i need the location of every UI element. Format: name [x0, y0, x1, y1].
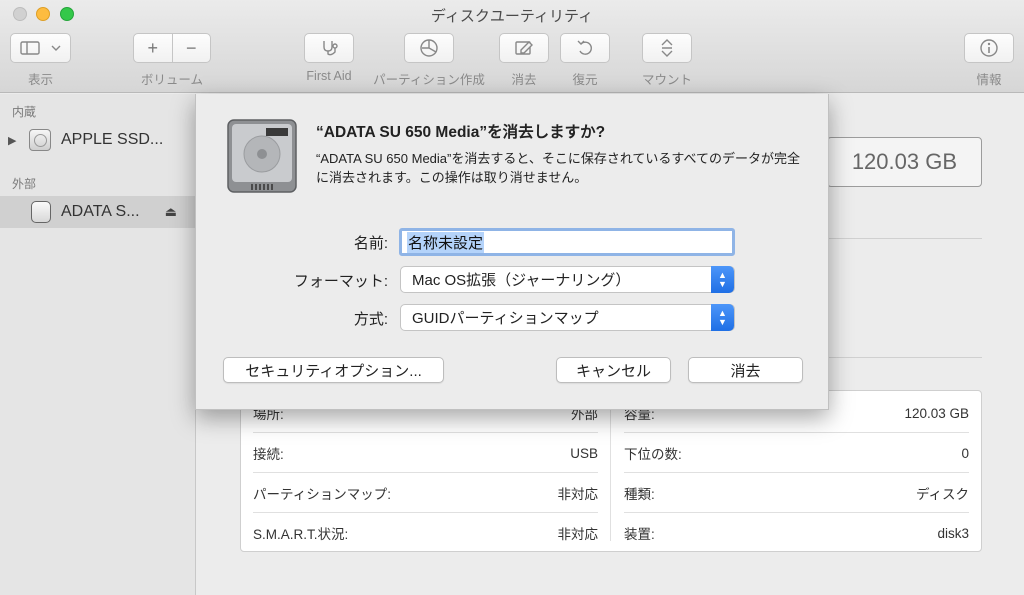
scheme-select-value: GUIDパーティションマップ [412, 310, 599, 327]
info-value: 120.03 GB [904, 405, 969, 421]
window-toolbar: ディスクユーティリティ 表示 + − ボリューム First Aid パーティシ… [0, 0, 1024, 93]
scheme-select[interactable]: GUIDパーティションマップ ▲ ▼ [400, 304, 735, 331]
divider [827, 357, 982, 358]
name-field[interactable]: 名称未設定 [399, 228, 735, 256]
name-label: 名前: [353, 235, 388, 252]
restore-button[interactable] [560, 33, 610, 63]
cancel-button[interactable]: キャンセル [556, 357, 671, 383]
erase-button[interactable]: 消去 [688, 357, 803, 383]
info-row-device: 装置: disk3 [624, 513, 969, 553]
internal-section-header: 内蔵 [12, 105, 37, 119]
erase-pencil-icon [515, 41, 533, 55]
erase-toolbar-label: 消去 [511, 73, 537, 87]
info-label: 情報 [976, 73, 1002, 87]
select-stepper-icon: ▲ ▼ [711, 304, 734, 331]
format-select[interactable]: Mac OS拡張（ジャーナリング） ▲ ▼ [400, 266, 735, 293]
select-stepper-icon: ▲ ▼ [711, 266, 734, 293]
disk-info-table: 場所: 外部 容量: 120.03 GB 接続: USB 下位の数: 0 パーテ… [240, 390, 982, 552]
sidebar-icon [19, 41, 40, 55]
info-label: 種類: [624, 487, 655, 502]
info-row-partition-map: パーティションマップ: 非対応 [253, 473, 598, 513]
scheme-label: 方式: [353, 311, 388, 328]
mount-label: マウント [641, 73, 692, 87]
column-divider [610, 391, 611, 541]
info-value: USB [570, 445, 598, 461]
name-field-value: 名称未設定 [407, 231, 485, 253]
chevron-down-icon [51, 45, 60, 51]
info-label: 接続: [253, 447, 284, 462]
hard-drive-icon [227, 119, 297, 193]
divider [827, 238, 982, 239]
erase-toolbar-button[interactable] [499, 33, 549, 63]
remove-volume-button[interactable]: − [172, 38, 210, 59]
dialog-title: “ADATA SU 650 Media”を消去しますか? [316, 124, 606, 141]
disclosure-triangle-icon[interactable]: ▶ [8, 134, 18, 147]
info-icon [980, 39, 998, 57]
sidebar-item-label: ADATA S... [61, 203, 140, 220]
info-value: ディスク [915, 487, 969, 502]
window-title: ディスクユーティリティ [430, 8, 594, 25]
dialog-message: “ADATA SU 650 Media”を消去すると、そこに保存されているすべて… [316, 151, 801, 185]
format-select-value: Mac OS拡張（ジャーナリング） [412, 272, 631, 289]
security-options-button[interactable]: セキュリティオプション... [223, 357, 444, 383]
sidebar-item-label: APPLE SSD... [61, 131, 164, 148]
pie-partition-icon [420, 39, 438, 57]
internal-disk-icon [29, 129, 51, 151]
volume-segmented-control: + − [133, 33, 211, 63]
external-disk-icon [31, 201, 51, 223]
view-label: 表示 [27, 73, 53, 87]
info-button[interactable] [964, 33, 1014, 63]
stethoscope-icon [323, 41, 338, 56]
info-row-children: 下位の数: 0 [624, 433, 969, 473]
info-label: S.M.A.R.T.状況: [253, 527, 349, 542]
info-label: 装置: [624, 527, 655, 542]
restore-arrow-icon [577, 40, 592, 55]
format-label: フォーマット: [293, 273, 388, 290]
sidebar-item-apple-ssd[interactable]: ▶ APPLE SSD... [0, 124, 195, 156]
info-label: パーティションマップ: [253, 487, 391, 502]
volume-label: ボリューム [140, 73, 204, 87]
mount-button[interactable] [642, 33, 692, 63]
info-label: 下位の数: [624, 447, 682, 462]
first-aid-label: First Aid [306, 69, 352, 83]
partition-label: パーティション作成 [373, 73, 485, 87]
view-button[interactable] [10, 33, 71, 63]
sidebar: 内蔵 ▶ APPLE SSD... 外部 ADATA S... ⏏ [0, 94, 196, 595]
add-volume-button[interactable]: + [134, 38, 172, 59]
info-value: disk3 [937, 525, 969, 541]
partition-button[interactable] [404, 33, 454, 63]
sidebar-item-adata[interactable]: ADATA S... ⏏ [0, 196, 195, 228]
external-section-header: 外部 [12, 177, 37, 191]
erase-dialog-sheet: “ADATA SU 650 Media”を消去しますか? “ADATA SU 6… [195, 94, 829, 410]
info-value: 0 [961, 445, 969, 461]
info-row-connection: 接続: USB [253, 433, 598, 473]
info-value: 非対応 [557, 527, 599, 542]
info-value: 非対応 [557, 487, 599, 502]
info-row-type: 種類: ディスク [624, 473, 969, 513]
restore-label: 復元 [572, 73, 598, 87]
capacity-display: 120.03 GB [827, 137, 982, 187]
mount-icon [661, 39, 673, 57]
eject-icon[interactable]: ⏏ [165, 204, 177, 220]
first-aid-button[interactable] [304, 33, 354, 63]
info-row-smart: S.M.A.R.T.状況: 非対応 [253, 513, 598, 553]
